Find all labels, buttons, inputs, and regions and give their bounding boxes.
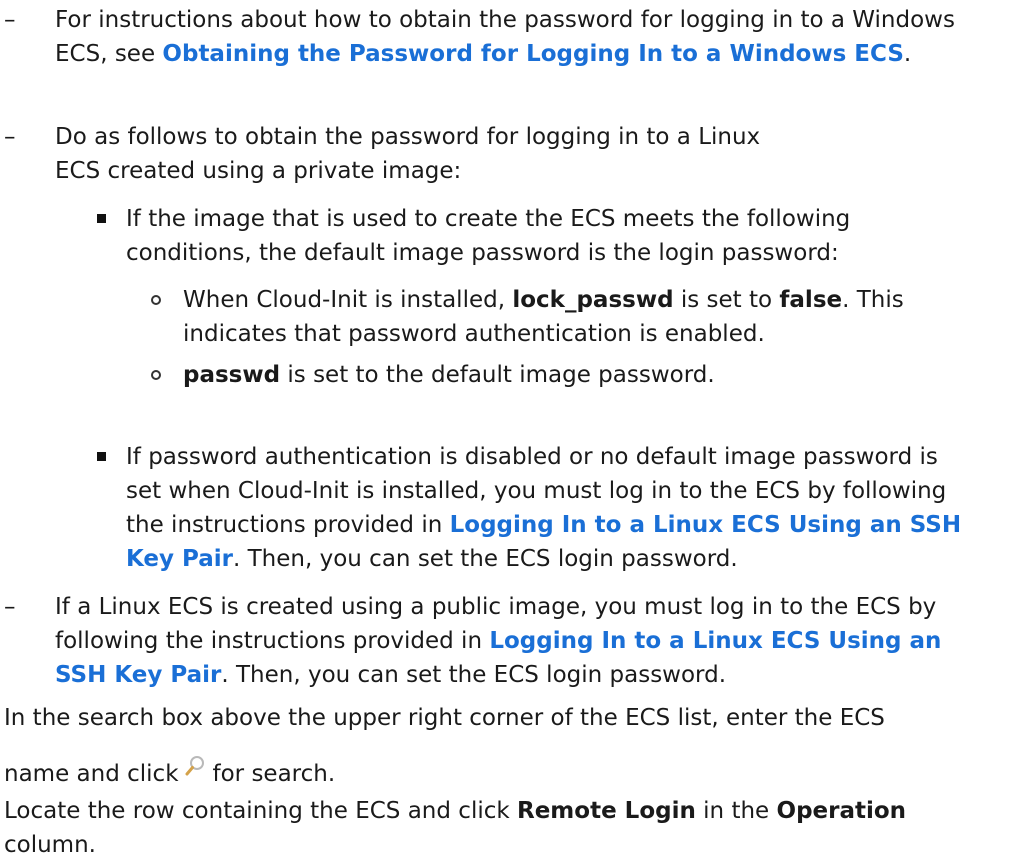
text: is set to (673, 287, 780, 313)
dash-marker: – (4, 7, 16, 33)
square-bullet (97, 452, 106, 461)
sub-item-password-disabled: If password authentication is disabled o… (126, 440, 976, 576)
step-search-line1: In the search box above the upper right … (4, 705, 885, 731)
step-search-line2: name and click for search. (4, 753, 1004, 791)
text: is set to the default image password. (280, 362, 715, 388)
text: column. (4, 832, 96, 858)
text: for search. (212, 761, 336, 787)
dash-marker: – (4, 594, 16, 620)
bold-lock-passwd: lock_passwd (512, 287, 674, 313)
circle-bullet (151, 370, 161, 380)
text: . Then, you can set the ECS login passwo… (221, 662, 727, 688)
text: in the (695, 798, 777, 824)
bold-operation: Operation (776, 798, 907, 824)
bold-remote-login: Remote Login (517, 798, 696, 824)
document-page: – For instructions about how to obtain t… (0, 0, 1013, 861)
condition-lock-passwd: When Cloud-Init is installed, lock_passw… (183, 283, 943, 351)
dash-marker: – (4, 124, 16, 150)
bold-passwd: passwd (183, 362, 281, 388)
circle-bullet (151, 295, 161, 305)
bold-false: false (779, 287, 843, 313)
step-locate-remote-login: Locate the row containing the ECS and cl… (4, 794, 994, 862)
text: Locate the row containing the ECS and cl… (4, 798, 517, 824)
square-bullet (97, 214, 106, 223)
text: When Cloud-Init is installed, (183, 287, 513, 313)
link-obtaining-password-windows[interactable]: Obtaining the Password for Logging In to… (162, 41, 903, 67)
search-icon (179, 753, 213, 783)
text: . Then, you can set the ECS login passwo… (233, 546, 738, 572)
condition-passwd: passwd is set to the default image passw… (183, 358, 943, 392)
sub-item-image-conditions: If the image that is used to create the … (126, 206, 851, 266)
list-item-windows-password: For instructions about how to obtain the… (55, 3, 985, 71)
list-item-linux-public-image: If a Linux ECS is created using a public… (55, 590, 990, 692)
text: name and click (4, 761, 179, 787)
list-item-linux-private-image: Do as follows to obtain the password for… (55, 124, 761, 184)
text: . (903, 41, 912, 67)
